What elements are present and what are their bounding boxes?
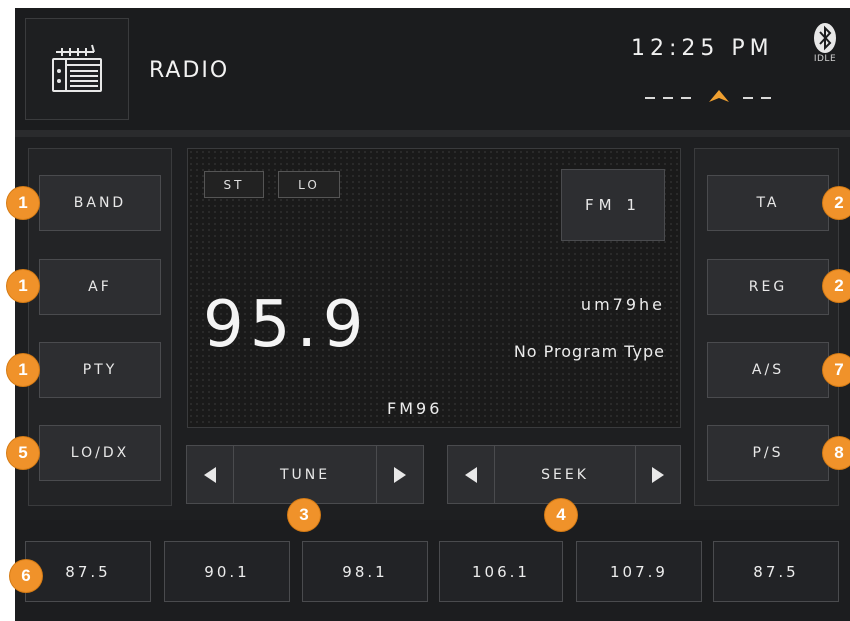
- clock: 12:25 PM: [631, 36, 774, 61]
- callout-badge-ps: 8: [823, 437, 850, 469]
- callout-badge-tune: 3: [288, 499, 320, 531]
- ta-button[interactable]: TA: [707, 175, 829, 231]
- header-bar: [15, 8, 850, 130]
- band-indicator[interactable]: FM 1: [561, 169, 665, 241]
- lodx-button[interactable]: LO/DX: [39, 425, 161, 481]
- triangle-left-icon: [204, 466, 216, 483]
- triangle-left-icon: [465, 466, 477, 483]
- tune-control: TUNE: [186, 445, 424, 504]
- stereo-tag: ST: [204, 171, 264, 198]
- bluetooth-status: IDLE: [813, 54, 837, 64]
- seek-control: SEEK: [447, 445, 681, 504]
- local-tag: LO: [278, 171, 340, 198]
- triangle-right-icon: [652, 466, 664, 483]
- preset-5-button[interactable]: 107.9: [576, 541, 702, 602]
- compass-indicator: [643, 86, 793, 106]
- callout-badge-reg: 2: [823, 270, 850, 302]
- as-button[interactable]: A/S: [707, 342, 829, 398]
- station-name: FM96: [387, 399, 443, 418]
- page-title: RADIO: [149, 58, 230, 83]
- preset-4-button[interactable]: 106.1: [439, 541, 563, 602]
- radio-icon[interactable]: [25, 18, 129, 120]
- callout-badge-seek: 4: [545, 499, 577, 531]
- callout-badge-presets: 6: [10, 560, 42, 592]
- callout-badge-band: 1: [7, 187, 39, 219]
- ps-button[interactable]: P/S: [707, 425, 829, 481]
- program-type: No Program Type: [513, 342, 665, 361]
- frequency-display: 95.9: [203, 288, 370, 362]
- preset-1-button[interactable]: 87.5: [25, 541, 151, 602]
- callout-badge-lodx: 5: [7, 437, 39, 469]
- preset-6-button[interactable]: 87.5: [713, 541, 839, 602]
- triangle-right-icon: [394, 466, 406, 483]
- preset-3-button[interactable]: 98.1: [302, 541, 428, 602]
- station-ps-name: um79he: [580, 295, 665, 314]
- reg-button[interactable]: REG: [707, 259, 829, 315]
- tune-label: TUNE: [279, 466, 331, 483]
- callout-badge-af: 1: [7, 270, 39, 302]
- bluetooth-icon[interactable]: [812, 22, 838, 58]
- af-button[interactable]: AF: [39, 259, 161, 315]
- callout-badge-as: 7: [823, 354, 850, 386]
- seek-up-button[interactable]: [636, 446, 680, 503]
- seek-down-button[interactable]: [448, 446, 494, 503]
- radio-screen: RADIO 12:25 PM IDLE BAND AF PTY LO/DX TA…: [15, 8, 850, 621]
- band-button[interactable]: BAND: [39, 175, 161, 231]
- pty-button[interactable]: PTY: [39, 342, 161, 398]
- tune-up-button[interactable]: [377, 446, 423, 503]
- callout-badge-ta: 2: [823, 187, 850, 219]
- preset-2-button[interactable]: 90.1: [164, 541, 290, 602]
- compass-arrow-icon: [709, 90, 729, 102]
- header-divider: [15, 130, 850, 137]
- tune-down-button[interactable]: [187, 446, 233, 503]
- callout-badge-pty: 1: [7, 354, 39, 386]
- seek-label: SEEK: [541, 466, 589, 483]
